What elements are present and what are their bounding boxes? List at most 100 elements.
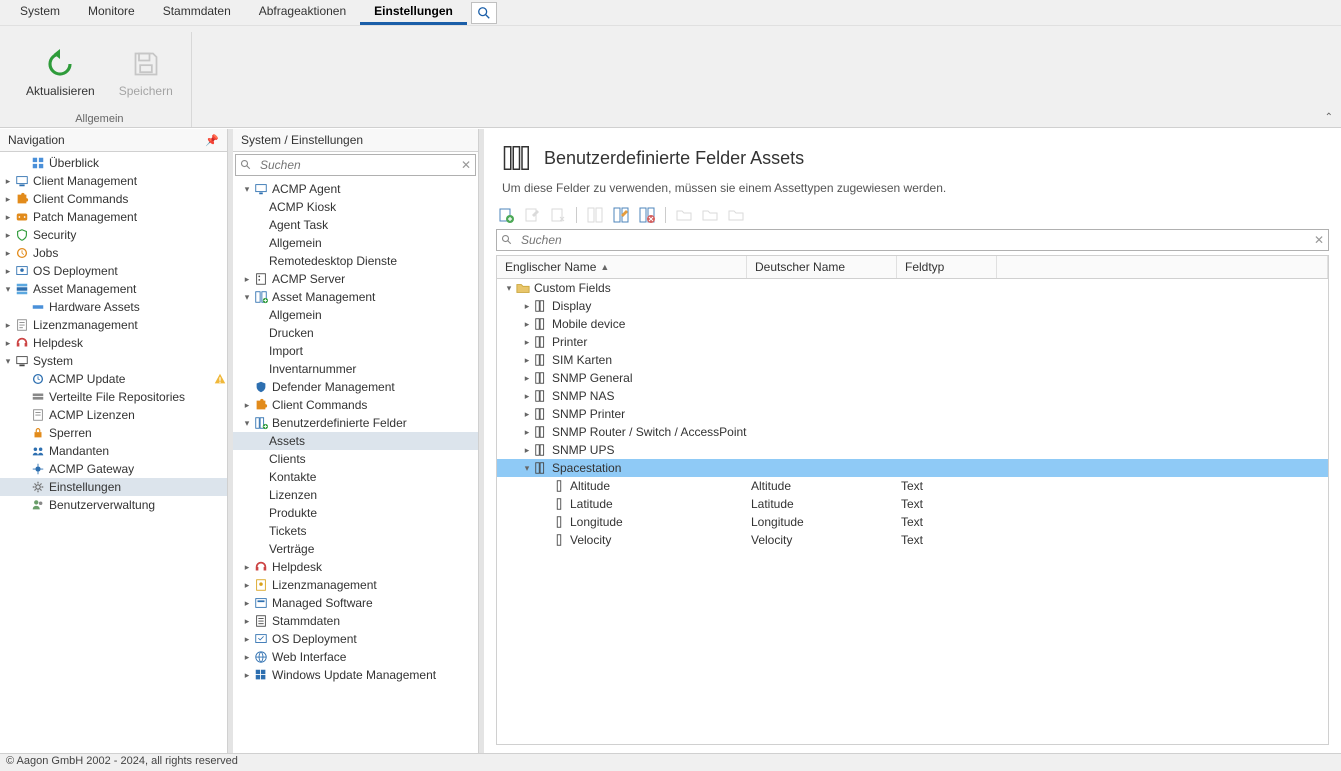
grid-row[interactable]: ▸SNMP Router / Switch / AccessPoint [497,423,1328,441]
grid-row[interactable]: ▸Display [497,297,1328,315]
tree-item[interactable]: ▾ACMP Agent [233,180,478,198]
twisty-icon[interactable]: ▸ [521,355,533,366]
tree-item[interactable]: ▸Helpdesk [233,558,478,576]
settings-tree[interactable]: ▾ACMP AgentACMP KioskAgent TaskAllgemein… [233,178,478,753]
grid-row[interactable]: ▸SNMP UPS [497,441,1328,459]
menu-item-abfrageaktionen[interactable]: Abfrageaktionen [245,0,360,25]
tree-item[interactable]: Allgemein [233,306,478,324]
tree-item[interactable]: ▸Helpdesk [0,334,227,352]
twisty-icon[interactable]: ▸ [2,230,14,241]
clear-search-icon[interactable]: ✕ [457,158,475,172]
grid-row[interactable]: LatitudeLatitudeText [497,495,1328,513]
twisty-icon[interactable]: ▸ [521,427,533,438]
tree-item[interactable]: Remotedesktop Dienste [233,252,478,270]
tree-item[interactable]: Überblick [0,154,227,172]
column-header[interactable]: Deutscher Name [747,256,897,278]
tree-item[interactable]: ACMP Gateway [0,460,227,478]
twisty-icon[interactable]: ▸ [2,248,14,259]
tree-item[interactable]: Lizenzen [233,486,478,504]
tree-item[interactable]: ▸ACMP Server [233,270,478,288]
grid-row[interactable]: VelocityVelocityText [497,531,1328,549]
tree-item[interactable]: ▸Web Interface [233,648,478,666]
twisty-icon[interactable]: ▸ [521,337,533,348]
tree-item[interactable]: ▸Lizenzmanagement [0,316,227,334]
tree-item[interactable]: Tickets [233,522,478,540]
grid-row[interactable]: ▸SNMP Printer [497,405,1328,423]
tree-item[interactable]: ▾System [0,352,227,370]
navigation-tree[interactable]: Überblick▸Client Management▸Client Comma… [0,152,227,753]
twisty-icon[interactable]: ▾ [241,292,253,303]
twisty-icon[interactable]: ▸ [521,409,533,420]
content-search[interactable]: ✕ [496,229,1329,251]
twisty-icon[interactable]: ▸ [521,445,533,456]
tree-item[interactable]: ▸Patch Management [0,208,227,226]
tree-item[interactable]: Kontakte [233,468,478,486]
twisty-icon[interactable]: ▸ [241,274,253,285]
tb-add[interactable] [496,205,516,225]
clear-search-icon[interactable]: ✕ [1310,233,1328,247]
tree-item[interactable]: ▸Stammdaten [233,612,478,630]
tree-item[interactable]: ▾Benutzerdefinierte Felder [233,414,478,432]
tree-item[interactable]: Import [233,342,478,360]
twisty-icon[interactable]: ▸ [241,598,253,609]
menu-item-system[interactable]: System [6,0,74,25]
grid-row[interactable]: LongitudeLongitudeText [497,513,1328,531]
tree-item[interactable]: ▸OS Deployment [0,262,227,280]
menu-item-stammdaten[interactable]: Stammdaten [149,0,245,25]
grid-row[interactable]: AltitudeAltitudeText [497,477,1328,495]
tree-item[interactable]: Clients [233,450,478,468]
tree-item[interactable]: ACMP Update [0,370,227,388]
menu-item-monitore[interactable]: Monitore [74,0,149,25]
tree-item[interactable]: Sperren [0,424,227,442]
tree-item[interactable]: ▸Client Management [0,172,227,190]
grid-row[interactable]: ▾Custom Fields [497,279,1328,297]
tree-item[interactable]: ACMP Kiosk [233,198,478,216]
twisty-icon[interactable]: ▸ [2,194,14,205]
tree-item[interactable]: Defender Management [233,378,478,396]
grid-header[interactable]: Englischer Name▲Deutscher NameFeldtyp [497,256,1328,279]
tree-item[interactable]: Produkte [233,504,478,522]
twisty-icon[interactable]: ▸ [2,212,14,223]
column-header[interactable]: Feldtyp [897,256,997,278]
twisty-icon[interactable]: ▸ [521,319,533,330]
tree-item[interactable]: Inventarnummer [233,360,478,378]
tree-item[interactable]: ▸Lizenzmanagement [233,576,478,594]
grid-row[interactable]: ▾Spacestation [497,459,1328,477]
twisty-icon[interactable]: ▸ [521,373,533,384]
tb-group-edit[interactable] [611,205,631,225]
twisty-icon[interactable]: ▾ [241,418,253,429]
content-search-input[interactable] [517,231,1310,249]
pin-icon[interactable]: 📌 [205,134,219,147]
tree-item[interactable]: Assets [233,432,478,450]
grid-body[interactable]: ▾Custom Fields▸Display▸Mobile device▸Pri… [497,279,1328,744]
twisty-icon[interactable]: ▸ [241,652,253,663]
tree-item[interactable]: ▸Jobs [0,244,227,262]
tree-item[interactable]: ACMP Lizenzen [0,406,227,424]
tree-item[interactable]: Hardware Assets [0,298,227,316]
tree-item[interactable]: Einstellungen [0,478,227,496]
twisty-icon[interactable]: ▾ [241,184,253,195]
twisty-icon[interactable]: ▸ [241,580,253,591]
tree-item[interactable]: ▸Client Commands [0,190,227,208]
refresh-button[interactable]: Aktualisieren [22,44,99,102]
tree-item[interactable]: ▾Asset Management [0,280,227,298]
grid-row[interactable]: ▸SIM Karten [497,351,1328,369]
twisty-icon[interactable]: ▸ [241,400,253,411]
settings-search-input[interactable] [256,156,457,174]
twisty-icon[interactable]: ▸ [241,616,253,627]
settings-search[interactable]: ✕ [235,154,476,176]
menu-item-einstellungen[interactable]: Einstellungen [360,0,467,25]
grid-row[interactable]: ▸SNMP NAS [497,387,1328,405]
tree-item[interactable]: ▾Asset Management [233,288,478,306]
tree-item[interactable]: Verteilte File Repositories [0,388,227,406]
twisty-icon[interactable]: ▸ [241,562,253,573]
column-header[interactable]: Englischer Name▲ [497,256,747,278]
grid-row[interactable]: ▸Printer [497,333,1328,351]
twisty-icon[interactable]: ▾ [521,463,533,474]
tree-item[interactable]: ▸Client Commands [233,396,478,414]
tree-item[interactable]: ▸Managed Software [233,594,478,612]
tree-item[interactable]: Allgemein [233,234,478,252]
tree-item[interactable]: ▸OS Deployment [233,630,478,648]
tb-group-delete[interactable] [637,205,657,225]
twisty-icon[interactable]: ▸ [2,176,14,187]
